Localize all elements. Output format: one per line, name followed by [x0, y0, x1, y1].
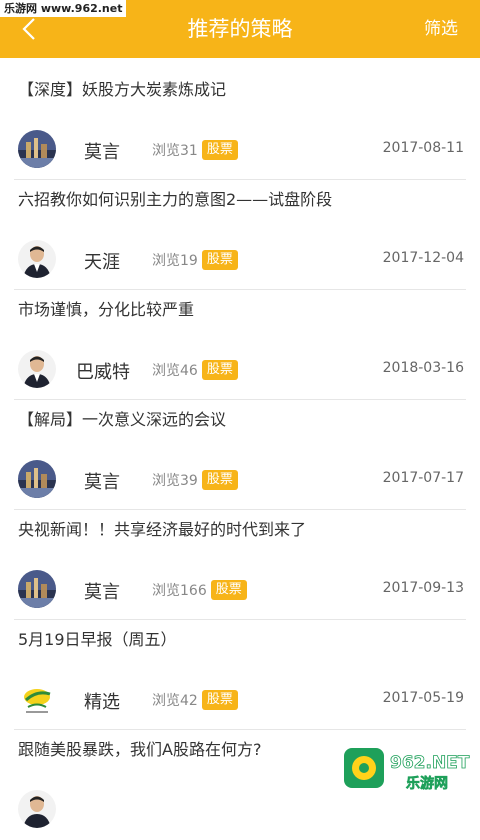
author-name: 精选 [84, 692, 120, 713]
list-item[interactable]: 5月19日早报（周五） 精选 浏览42 股票 2017-05-19 [0, 620, 480, 730]
man-avatar [18, 790, 56, 828]
post-date: 2017-05-19 [382, 690, 464, 706]
item-meta: 莫言 浏览31 股票 2017-08-11 [0, 120, 480, 180]
man-avatar [18, 350, 56, 388]
category-badge: 股票 [201, 140, 238, 160]
item-meta: 巴威特 浏览46 股票 2018-03-16 [0, 340, 480, 400]
post-date: 2017-07-17 [382, 470, 464, 486]
post-date: 2017-12-04 [382, 250, 464, 266]
item-meta: 莫言 浏览39 股票 2017-07-17 [0, 450, 480, 510]
item-title: 六招教你如何识别主力的意图2——试盘阶段 [18, 190, 333, 209]
post-date: 2017-09-13 [382, 580, 464, 596]
author-name: 天涯 [84, 252, 120, 273]
item-meta: 莫言 浏览166 股票 2017-09-13 [0, 560, 480, 620]
item-title: 【解局】一次意义深远的会议 [18, 410, 227, 429]
post-date: 2018-03-16 [382, 360, 464, 376]
view-count: 浏览19 股票 [152, 250, 238, 270]
logo-avatar [18, 680, 56, 718]
category-badge: 股票 [201, 250, 238, 270]
category-badge: 股票 [201, 690, 238, 710]
item-title: 央视新闻！！共享经济最好的时代到来了 [18, 520, 307, 539]
man-avatar [18, 240, 56, 278]
list-item[interactable]: 央视新闻！！共享经济最好的时代到来了 莫言 浏览166 股票 2017-09-1… [0, 510, 480, 620]
views-label: 浏览19 [152, 253, 198, 269]
city-avatar [18, 570, 56, 608]
watermark-top-text: 962.NET [390, 753, 470, 773]
view-count: 浏览31 股票 [152, 140, 238, 160]
view-count: 浏览46 股票 [152, 360, 238, 380]
list-item[interactable]: 市场谨慎，分化比较严重 巴威特 浏览46 股票 2018-03-16 [0, 290, 480, 400]
site-logo-watermark: 962.NET 乐游网 [344, 744, 474, 794]
item-title: 市场谨慎，分化比较严重 [18, 300, 195, 319]
item-title: 5月19日早报（周五） [18, 630, 177, 649]
item-meta: 天涯 浏览19 股票 2017-12-04 [0, 230, 480, 290]
author-name: 莫言 [84, 472, 120, 493]
author-name: 莫言 [84, 582, 120, 603]
item-title: 【深度】妖股方大炭素炼成记 [18, 80, 227, 99]
list-item[interactable]: 【深度】妖股方大炭素炼成记 莫言 浏览31 股票 2017-08-11 [0, 70, 480, 180]
views-label: 浏览46 [152, 363, 198, 379]
list-item[interactable]: 【解局】一次意义深远的会议 莫言 浏览39 股票 2017-07-17 [0, 400, 480, 510]
city-avatar [18, 460, 56, 498]
category-badge: 股票 [201, 360, 238, 380]
views-label: 浏览42 [152, 693, 198, 709]
post-date: 2017-08-11 [382, 140, 464, 156]
author-name: 莫言 [84, 142, 120, 163]
views-label: 浏览39 [152, 473, 198, 489]
item-meta: 精选 浏览42 股票 2017-05-19 [0, 670, 480, 730]
views-label: 浏览166 [152, 583, 207, 599]
watermark-bottom-text: 乐游网 [406, 775, 448, 792]
view-count: 浏览39 股票 [152, 470, 238, 490]
site-watermark: 乐游网 www.962.net [0, 0, 127, 17]
strategy-list: 【深度】妖股方大炭素炼成记 莫言 浏览31 股票 2017-08-11 六招教你… [0, 70, 480, 840]
list-item[interactable]: 六招教你如何识别主力的意图2——试盘阶段 天涯 浏览19 股票 2017-12-… [0, 180, 480, 290]
view-count: 浏览42 股票 [152, 690, 238, 710]
city-avatar [18, 130, 56, 168]
category-badge: 股票 [201, 470, 238, 490]
category-badge: 股票 [210, 580, 247, 600]
views-label: 浏览31 [152, 143, 198, 159]
view-count: 浏览166 股票 [152, 580, 247, 600]
author-name: 巴威特 [76, 362, 130, 383]
filter-button[interactable]: 筛选 [424, 0, 458, 58]
